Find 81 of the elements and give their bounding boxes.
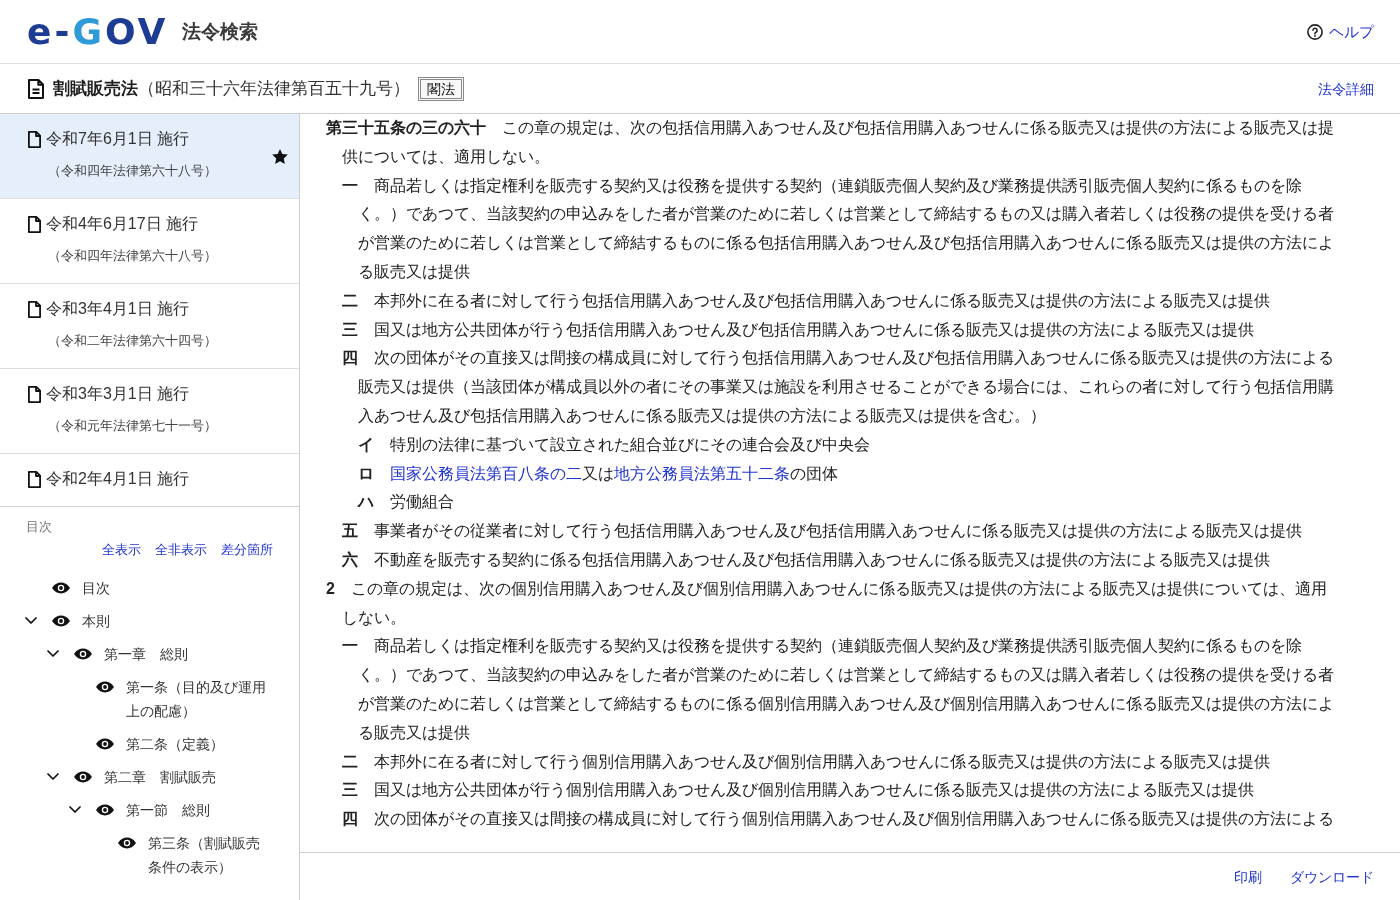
toc-action-link[interactable]: 全表示 [102, 541, 141, 559]
law-type-tag: 閣法 [418, 76, 464, 101]
service-title: 法令検索 [182, 19, 259, 44]
revision-item[interactable]: 令和7年6月1日 施行 （令和四年法律第六十八号） [0, 114, 299, 199]
file-icon [28, 470, 41, 488]
amending-law: （令和元年法律第七十一号） [48, 417, 217, 435]
item-text: 商品若しくは指定権利を販売する契約又は役務を提供する契約（連鎖販売個人契約及び業務提供誘引販売個人契約に係るものを除く。）であつて、当該契約の申込みをした者が営業のために若しくは営業として締結するもの又は購入者若しくは役務の提供を受ける者が営業のために若しくは営業として締結するものに係る包括信用購入あつせん及び包括信用購入あつせんに係る販売又は提供の方法による販売又は提供 [358, 176, 1334, 280]
toc-heading: 目次 [25, 518, 53, 536]
eye-icon[interactable] [96, 680, 114, 693]
eye-icon[interactable] [52, 614, 70, 627]
file-icon [28, 215, 41, 233]
subitem-number: ロ [358, 464, 374, 482]
toc-item-link[interactable]: 第一節 総則 [126, 797, 270, 822]
file-icon [28, 300, 41, 318]
toc-item-link[interactable]: 第二章 割賦販売 [104, 764, 270, 789]
eye-icon[interactable] [74, 647, 92, 660]
item-text: 次の団体がその直接又は間接の構成員に対して行う包括信用購入あつせん及び包括信用購入あつせんに係る販売又は提供の方法による販売又は提供（当該団体が構成員以外の者にその事業又は施設を利用させることができる場合には、これらの者に対して行う包括信用購入あつせん及び包括信用購入あつせんに係る販売又は提供の方法による販売又は提供を含む。） [358, 349, 1334, 424]
toc-item-link[interactable]: 第一章 総則 [104, 641, 270, 666]
revision-date: 令和3年3月1日 施行 [46, 384, 190, 404]
file-icon [28, 385, 41, 403]
paragraph-text: この章の規定は、次の個別信用購入あつせん及び個別信用購入あつせんに係る販売又は提供の方法による販売又は提供については、適用しない。 [342, 579, 1327, 626]
law-detail-link[interactable]: 法令詳細 [1318, 78, 1374, 99]
subitem-text: 特別の法律に基づいて設立された組合並びにその連合会及び中央会 [390, 435, 870, 453]
item-text: 不動産を販売する契約に係る包括信用購入あつせん及び包括信用購入あつせんに係る販売又は提供の方法による販売又は提供 [374, 550, 1270, 568]
item-number: 四 [342, 349, 358, 367]
item-number: 二 [342, 291, 358, 309]
item-text: 国又は地方公共団体が行う包括信用購入あつせん及び包括信用購入あつせんに係る販売又は提供の方法による販売又は提供 [374, 320, 1254, 338]
site-logo[interactable]: e-GOV [27, 11, 169, 52]
eye-icon[interactable] [118, 836, 136, 849]
item-text: 国又は地方公共団体が行う個別信用購入あつせん及び個別信用購入あつせんに係る販売又は提供の方法による販売又は提供 [374, 781, 1254, 799]
item-text: 事業者がその従業者に対して行う包括信用購入あつせん及び包括信用購入あつせんに係る販売又は提供の方法による販売又は提供 [374, 522, 1302, 540]
footer-link[interactable]: 印刷 [1234, 866, 1262, 887]
file-icon [28, 130, 41, 148]
footer-link[interactable]: ダウンロード [1290, 866, 1374, 887]
law-number: （昭和三十六年法律第百五十九号） [138, 77, 410, 100]
chevron-down-icon[interactable] [47, 650, 59, 657]
revision-date: 令和2年4月1日 施行 [46, 469, 190, 489]
eye-icon[interactable] [96, 737, 114, 750]
revision-date: 令和4年6月17日 施行 [46, 214, 199, 234]
help-link[interactable]: ヘルプ [1307, 20, 1374, 43]
item-number: 三 [342, 320, 358, 338]
subitem-number: ハ [358, 493, 374, 511]
help-icon [1307, 23, 1323, 40]
item-text: 商品若しくは指定権利を販売する契約又は役務を提供する契約（連鎖販売個人契約及び業務提供誘引販売個人契約に係るものを除く。）であつて、当該契約の申込みをした者が営業のために若しくは営業として締結するもの又は購入者若しくは役務の提供を受ける者が営業のために若しくは営業として締結するものに係る個別信用購入あつせん及び個別信用購入あつせんに係る販売又は提供の方法による販売又は提供 [358, 637, 1334, 741]
toc-item-link[interactable]: 目次 [82, 575, 270, 600]
item-number: 一 [342, 176, 358, 194]
item-number: 四 [342, 810, 358, 828]
item-number: 六 [342, 550, 358, 568]
item-number: 一 [342, 637, 358, 655]
law-link[interactable]: 地方公務員法第五十二条 [614, 464, 790, 482]
toc-action-link[interactable]: 差分箇所 [221, 541, 273, 559]
item-text: 本邦外に在る者に対して行う個別信用購入あつせん及び個別信用購入あつせんに係る販売又は提供の方法による販売又は提供 [374, 752, 1270, 770]
document-icon [28, 78, 44, 99]
subitem-text: 労働組合 [390, 493, 454, 511]
revision-date: 令和3年4月1日 施行 [46, 299, 190, 319]
toc-action-link[interactable]: 全非表示 [155, 541, 207, 559]
law-title: 割賦販売法 [53, 77, 138, 100]
toc-item-link[interactable]: 第二条（定義） [126, 731, 270, 756]
eye-icon[interactable] [52, 581, 70, 594]
amending-law: （令和四年法律第六十八号） [48, 247, 217, 265]
item-text: 次の団体がその直接又は間接の構成員に対して行う個別信用購入あつせん及び個別信用購入あつせんに係る販売又は提供の方法による [374, 810, 1334, 828]
toc-item-link[interactable]: 第三条（割賦販売条件の表示） [148, 830, 270, 879]
toc-item-link[interactable]: 第一条（目的及び運用上の配慮） [126, 674, 270, 723]
item-number: 二 [342, 752, 358, 770]
revision-date: 令和7年6月1日 施行 [46, 129, 190, 149]
chevron-down-icon[interactable] [69, 806, 81, 813]
item-number: 三 [342, 781, 358, 799]
chevron-down-icon[interactable] [25, 617, 37, 624]
toc-item-link[interactable]: 本則 [82, 608, 270, 633]
subitem-text: 国家公務員法第百八条の二又は地方公務員法第五十二条の団体 [390, 464, 838, 482]
paragraph-number: 2 [326, 579, 335, 597]
amending-law: （令和二年法律第六十四号） [48, 332, 217, 350]
law-link[interactable]: 国家公務員法第百八条の二 [390, 464, 582, 482]
item-text: 本邦外に在る者に対して行う包括信用購入あつせん及び包括信用購入あつせんに係る販売又は提供の方法による販売又は提供 [374, 291, 1270, 309]
eye-icon[interactable] [96, 803, 114, 816]
amending-law: （令和四年法律第六十八号） [48, 162, 217, 180]
chevron-down-icon[interactable] [47, 773, 59, 780]
eye-icon[interactable] [74, 770, 92, 783]
article-paragraph: 第三十五条の三の六十 この章の規定は、次の包括信用購入あつせん及び包括信用購入あつせんに係る販売又は提供の方法による販売又は提供については、適用しない。 [326, 118, 1335, 167]
subitem-number: イ [358, 435, 374, 453]
item-number: 五 [342, 522, 358, 540]
